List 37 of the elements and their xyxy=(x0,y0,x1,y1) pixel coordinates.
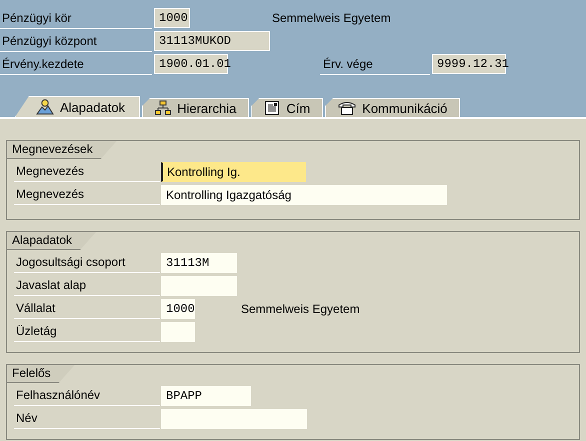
document-icon xyxy=(264,100,280,116)
field-label: Érvény.kezdete xyxy=(0,54,152,74)
description-text: Semmelweis Egyetem xyxy=(272,11,391,25)
description-text: Semmelweis Egyetem xyxy=(241,302,360,316)
input-field[interactable]: 1000 xyxy=(154,8,190,28)
tab[interactable]: Cím xyxy=(251,98,324,117)
field-label: Pénzügyi központ xyxy=(0,30,152,52)
tab[interactable]: Hierarchia xyxy=(142,98,250,117)
group-title: Megnevezések xyxy=(7,141,117,159)
field-label: Jogosultsági csoport xyxy=(14,252,160,272)
field-label: Érv. vége xyxy=(320,54,430,74)
tab[interactable]: Kommunikáció xyxy=(325,98,460,117)
group-title: Alapadatok xyxy=(7,232,96,250)
input-field[interactable] xyxy=(161,408,307,428)
field-label: Vállalat xyxy=(14,298,160,318)
person-icon xyxy=(36,99,54,115)
input-field[interactable]: Kontrolling Igazgatóság xyxy=(161,184,447,204)
field-label: Javaslat alap xyxy=(14,276,160,296)
tab[interactable]: Alapadatok xyxy=(15,96,140,117)
field-label: Üzletág xyxy=(14,322,160,342)
group-title: Felelős xyxy=(7,365,75,383)
input-field[interactable]: BPAPP xyxy=(161,386,251,406)
input-field[interactable]: Kontrolling Ig. xyxy=(161,162,306,182)
input-field[interactable]: 31113MUKOD xyxy=(154,31,270,51)
input-field[interactable]: 9999.12.31 xyxy=(432,54,506,74)
input-field[interactable]: 1000 xyxy=(161,298,195,318)
input-field[interactable] xyxy=(161,322,195,342)
field-label: Felhasználónév xyxy=(14,386,160,406)
field-label: Megnevezés xyxy=(14,162,160,182)
field-label: Pénzügyi kör xyxy=(0,8,152,28)
input-field[interactable]: 31113M xyxy=(161,252,237,272)
input-field[interactable]: 1900.01.01 xyxy=(154,54,228,74)
field-label: Megnevezés xyxy=(14,184,160,204)
field-label: Név xyxy=(14,408,160,428)
telephone-icon xyxy=(338,100,356,116)
hierarchy-icon xyxy=(155,100,172,116)
input-field[interactable] xyxy=(161,276,237,296)
